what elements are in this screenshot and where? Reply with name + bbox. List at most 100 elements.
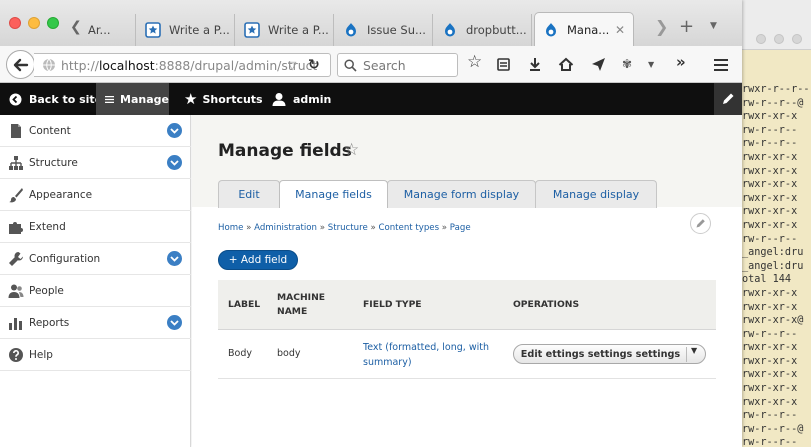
- search-input[interactable]: Search: [337, 53, 458, 77]
- overflow-chevron-icon[interactable]: »: [676, 55, 686, 70]
- terminal-line: rwxr-xr-x: [742, 111, 798, 123]
- tab-manage-form-display[interactable]: Manage form display: [387, 180, 536, 208]
- terminal-line: rwxr-xr-x: [742, 219, 798, 231]
- chevron-down-icon[interactable]: [167, 315, 182, 330]
- reload-icon[interactable]: ↻: [308, 57, 320, 73]
- browser-tab-3[interactable]: Write a P...: [236, 14, 334, 46]
- terminal-line: rwxr-xr-x: [742, 287, 798, 299]
- shortcut-star-icon[interactable]: ☆: [344, 140, 359, 160]
- sidebar-item-label: People: [29, 284, 64, 297]
- column-header-label: LABEL: [228, 299, 261, 310]
- sidebar-item-configuration[interactable]: Configuration: [0, 243, 191, 275]
- tab-edit[interactable]: Edit: [218, 180, 280, 208]
- back-button[interactable]: [6, 50, 35, 79]
- dropbutton-toggle-icon[interactable]: ▼: [691, 346, 697, 355]
- maximize-window-button[interactable]: [47, 17, 59, 29]
- terminal-line: rwxr-r--r--: [742, 84, 810, 95]
- tab-scroll-right-icon[interactable]: ❯: [655, 19, 668, 35]
- chevron-down-icon[interactable]: [167, 251, 182, 266]
- edit-button[interactable]: Edit ettings settings settings: [514, 349, 687, 360]
- terminal-min-dot[interactable]: [774, 34, 784, 44]
- download-icon[interactable]: [528, 57, 542, 72]
- browser-tab-1[interactable]: Ar...: [86, 14, 136, 46]
- back-to-site-link[interactable]: Back to site: [9, 83, 102, 115]
- back-to-site-label: Back to site: [29, 92, 103, 106]
- tab-manage-display[interactable]: Manage display: [535, 180, 657, 208]
- extension-dropdown-icon[interactable]: ▼: [648, 61, 654, 69]
- terminal-line: rwxr-xr-x: [742, 301, 798, 313]
- bar-chart-icon: [9, 318, 22, 330]
- terminal-line: rwxr-xr-x: [742, 369, 798, 381]
- help-icon: [9, 348, 23, 362]
- shortcuts-label: Shortcuts: [202, 92, 263, 106]
- manage-tray-toggle[interactable]: Manage: [96, 83, 169, 115]
- tab-scroll-left-icon[interactable]: ❮: [70, 20, 82, 34]
- tab-label: Mana...: [567, 22, 610, 37]
- structure-icon: [9, 156, 23, 170]
- browser-tab-5[interactable]: dropbutt...: [434, 14, 532, 46]
- manage-label: Manage: [120, 92, 169, 106]
- paintbrush-icon: [9, 188, 23, 203]
- edit-mode-toggle[interactable]: [714, 83, 742, 115]
- tab-strip: ❮ Ar... Write a P... Write a P... Issue …: [0, 0, 742, 46]
- sidebar-item-help[interactable]: Help: [0, 339, 191, 371]
- terminal-line: _angel:dru: [742, 247, 804, 259]
- home-icon[interactable]: [558, 57, 574, 72]
- chevron-down-icon[interactable]: [167, 123, 182, 138]
- url-bar[interactable]: http://localhost:8888/drupal/admin/struc…: [34, 53, 331, 77]
- close-tab-icon[interactable]: ✕: [615, 23, 625, 37]
- terminal-line: rw-r--r--: [742, 328, 798, 340]
- terminal-line: rw-r--r--@: [742, 423, 804, 435]
- shortcuts-link[interactable]: ★ Shortcuts: [184, 83, 263, 115]
- breadcrumb-content-types[interactable]: Content types: [378, 223, 439, 233]
- sidebar-item-people[interactable]: People: [0, 275, 191, 307]
- field-type-line: Text (formatted, long, with: [363, 342, 489, 353]
- user-label: admin: [293, 92, 332, 106]
- browser-tab-active[interactable]: Mana... ✕: [534, 12, 634, 46]
- breadcrumb: Home » Administration » Structure » Cont…: [218, 223, 471, 233]
- menu-icon[interactable]: [713, 58, 729, 72]
- extension-icon[interactable]: ✾: [622, 58, 632, 70]
- chevron-down-icon[interactable]: [167, 155, 182, 170]
- terminal-max-dot[interactable]: [792, 34, 802, 44]
- minimize-window-button[interactable]: [28, 17, 40, 29]
- sidebar-item-appearance[interactable]: Appearance: [0, 179, 191, 211]
- pencil-icon: [696, 219, 705, 228]
- sidebar-item-extend[interactable]: Extend: [0, 211, 191, 243]
- breadcrumb-administration[interactable]: Administration: [254, 223, 317, 233]
- field-type-link[interactable]: Text (formatted, long, with summary): [363, 340, 498, 370]
- sidebar-item-content[interactable]: Content: [0, 115, 191, 147]
- sidebar-item-reports[interactable]: Reports: [0, 307, 191, 339]
- breadcrumb-structure[interactable]: Structure: [328, 223, 368, 233]
- breadcrumb-home[interactable]: Home: [218, 223, 243, 233]
- reading-list-icon[interactable]: [496, 57, 511, 72]
- new-tab-icon[interactable]: +: [679, 18, 694, 36]
- breadcrumb-page[interactable]: Page: [450, 223, 471, 233]
- terminal-line: rw-r--r--: [742, 410, 798, 422]
- url-dropdown-icon[interactable]: ▽: [288, 59, 296, 72]
- bookmark-star-icon[interactable]: ☆: [467, 54, 482, 71]
- people-icon: [8, 284, 24, 298]
- browser-tab-2[interactable]: Write a P...: [137, 14, 235, 46]
- send-icon[interactable]: [591, 57, 606, 72]
- browser-tab-4[interactable]: Issue Su...: [335, 14, 433, 46]
- tab-list-icon[interactable]: ▼: [710, 22, 717, 31]
- column-header-machine-name: MACHINE NAME: [277, 291, 325, 319]
- document-icon: [11, 124, 21, 138]
- terminal-titlebar: [742, 0, 811, 50]
- close-window-button[interactable]: [9, 17, 21, 29]
- terminal-line: rwxr-xr-x@: [742, 315, 804, 327]
- table-header: LABEL MACHINE NAME FIELD TYPE OPERATIONS: [218, 280, 716, 330]
- add-field-button[interactable]: + Add field: [218, 250, 298, 270]
- sidebar-item-structure[interactable]: Structure: [0, 147, 191, 179]
- browser-window: ❮ Ar... Write a P... Write a P... Issue …: [0, 0, 742, 447]
- terminal-close-dot[interactable]: [756, 34, 766, 44]
- header-line: MACHINE: [277, 292, 326, 303]
- sidebar-item-label: Structure: [29, 156, 78, 169]
- tab-manage-fields[interactable]: Manage fields: [279, 180, 388, 208]
- user-menu-link[interactable]: admin: [272, 83, 331, 115]
- terminal-window: rwxr-r--r-- rw-r--r--@ rwxr-xr-x rw-r--r-- r…: [742, 0, 811, 447]
- terminal-line: rwxr-xr-x: [742, 206, 798, 218]
- puzzle-icon: [9, 222, 23, 234]
- contextual-edit-button[interactable]: [690, 213, 711, 234]
